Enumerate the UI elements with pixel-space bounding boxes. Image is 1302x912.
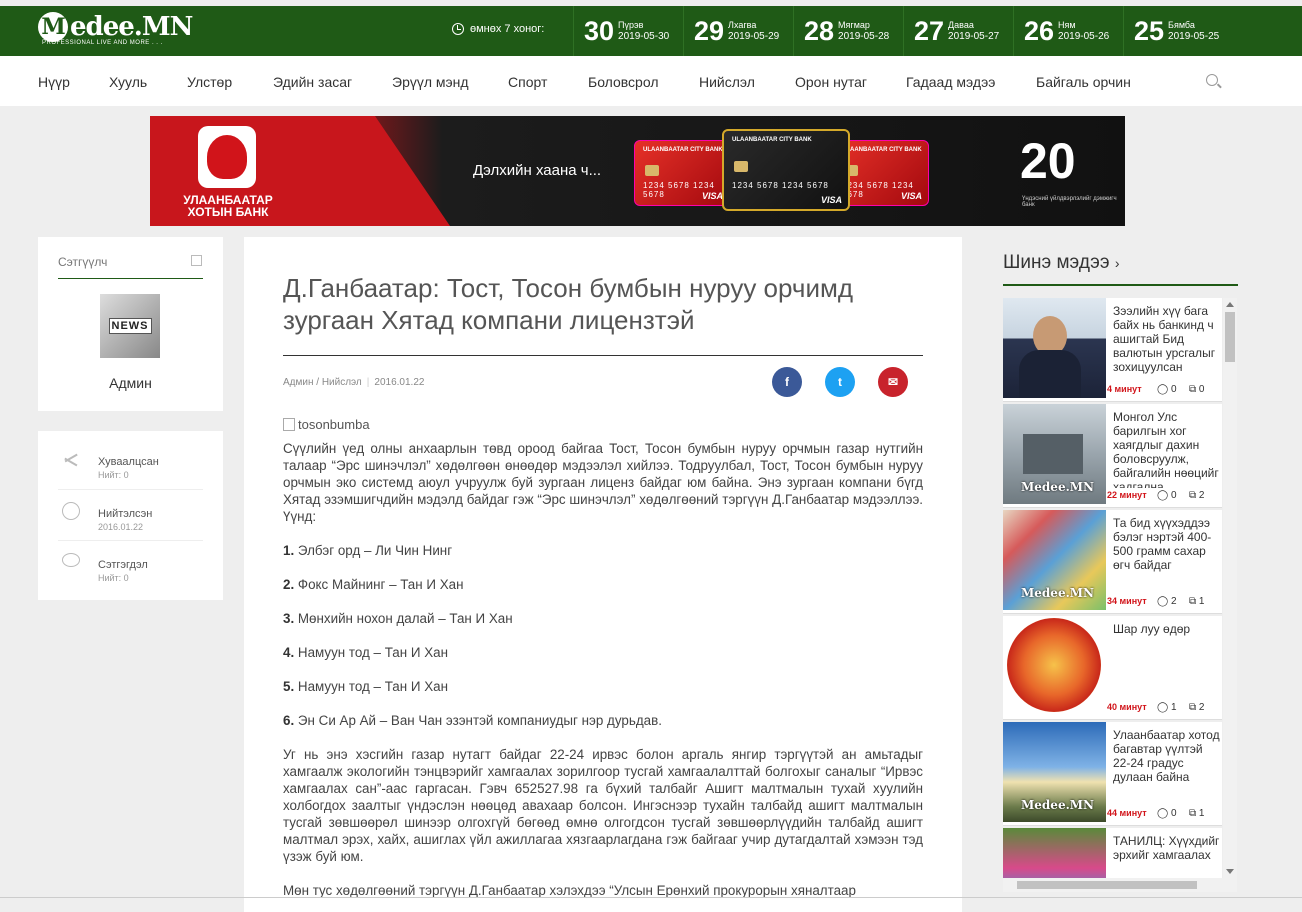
scroll-down-icon[interactable] [1226, 869, 1234, 874]
news-item[interactable]: Зээлийн хүү бага байх нь банкинд ч ашигт… [1003, 298, 1222, 402]
nav-item-sport[interactable]: Спорт [508, 74, 547, 90]
article-meta: Админ / Нийслэл | 2016.01.22 [283, 377, 425, 388]
nav-item-world[interactable]: Гадаад мэдээ [906, 74, 995, 90]
news-horizontal-scrollbar[interactable] [1003, 878, 1237, 892]
clock-icon [62, 502, 80, 520]
main-nav: Нүүр Хууль Улстөр Эдийн засаг Эрүүл мэнд… [0, 56, 1302, 106]
nav-item-economy[interactable]: Эдийн засаг [273, 74, 352, 90]
author-card: Сэтгүүлч NEWS Админ [38, 237, 223, 411]
facebook-share-button[interactable]: f [772, 367, 802, 397]
author-name[interactable]: Админ [38, 375, 223, 391]
day-link[interactable]: 25 Бямба 2019-05-25 [1123, 6, 1233, 56]
nav-item-environment[interactable]: Байгаль орчин [1036, 74, 1131, 90]
list-item: 4. Намуун тод – Тан И Хан [283, 645, 448, 660]
nav-item-local[interactable]: Орон нутаг [795, 74, 867, 90]
article-paragraph: Уг нь энэ хэсгийн газар нутагт байдаг 22… [283, 747, 923, 864]
credit-card: ULAANBAATAR CITY BANK 1234 5678 1234 567… [634, 140, 730, 206]
nav-item-education[interactable]: Боловсрол [588, 74, 659, 90]
credit-card-gold: ULAANBAATAR CITY BANK 1234 5678 1234 567… [722, 129, 850, 211]
news-item[interactable]: ТАНИЛЦ: Хүүхдийг эрхийг хамгаалах [1003, 828, 1222, 878]
list-item: 1. Элбэг орд – Ли Чин Нинг [283, 543, 453, 558]
day-link[interactable]: 29 Лхагва 2019-05-29 [683, 6, 793, 56]
scroll-up-icon[interactable] [1226, 302, 1234, 307]
day-link[interactable]: 27 Даваа 2019-05-27 [903, 6, 1013, 56]
share-count: ⧉ 1 [1189, 596, 1205, 607]
news-thumbnail [1003, 828, 1106, 878]
comment-count: ◯ 1 [1157, 702, 1177, 713]
day-list: 30 Пүрэв 2019-05-30 29 Лхагва 2019-05-29 2… [573, 6, 1233, 56]
comment-count: ◯ 2 [1157, 596, 1177, 607]
list-item: 5. Намуун тод – Тан И Хан [283, 679, 448, 694]
article-title: Д.Ганбаатар: Тост, Тосон бумбын нуруу ор… [283, 273, 854, 335]
article: Д.Ганбаатар: Тост, Тосон бумбын нуруу ор… [244, 237, 962, 912]
article-paragraph: Сүүлийн үед олны анхаарлын төвд ороод ба… [283, 441, 923, 524]
news-thumbnail [1003, 616, 1106, 716]
top-bar: M edee.MN PROFESSIONAL LIVE AND MORE . .… [0, 6, 1302, 56]
article-author[interactable]: Админ / Нийслэл [283, 377, 362, 388]
comment-icon [62, 553, 80, 567]
stats-card: Хуваалцсан Нийт: 0 Нийтэлсэн 2016.01.22 … [38, 431, 223, 600]
nav-item-capital[interactable]: Нийслэл [699, 74, 755, 90]
news-item[interactable]: Шар луу өдөр 40 минут ◯ 1 ⧉ 2 [1003, 616, 1222, 720]
stat-shared: Хуваалцсан Нийт: 0 [58, 436, 203, 486]
mail-icon: ✉ [887, 375, 899, 389]
previous-week: өмнөх 7 хоног: [452, 23, 544, 35]
news-heading[interactable]: Шинэ мэдээ › [1003, 252, 1119, 274]
share-count: ⧉ 2 [1189, 702, 1205, 713]
nav-item-law[interactable]: Хууль [109, 74, 147, 90]
list-item: 3. Мөнхийн нохон далай – Тан И Хан [283, 611, 513, 626]
stat-comments: Сэтгэгдэл Нийт: 0 [58, 539, 203, 589]
news-item[interactable]: Medee.MN Улаанбаатар хотод багавтар үүлт… [1003, 722, 1222, 826]
email-share-button[interactable]: ✉ [878, 367, 908, 397]
search-icon[interactable] [1206, 74, 1218, 86]
article-body: Сүүлийн үед олны анхаарлын төвд ороод ба… [283, 440, 923, 912]
external-link-icon[interactable] [191, 255, 202, 266]
bank-crest-icon [198, 126, 256, 188]
stat-published: Нийтэлсэн 2016.01.22 [58, 488, 203, 538]
list-item: 6. Эн Си Ар Ай – Ван Чан эзэнтэй компани… [283, 713, 662, 728]
day-link[interactable]: 30 Пүрэв 2019-05-30 [573, 6, 683, 56]
news-thumbnail: Medee.MN [1003, 510, 1106, 610]
share-count: ⧉ 1 [1189, 808, 1205, 819]
day-link[interactable]: 28 Мягмар 2019-05-28 [793, 6, 903, 56]
anniversary-logo: 20 [1020, 133, 1076, 189]
article-date: 2016.01.22 [374, 377, 425, 388]
site-logo[interactable]: M edee.MN PROFESSIONAL LIVE AND MORE . .… [38, 12, 193, 46]
comment-count: ◯ 0 [1157, 384, 1177, 395]
author-card-title: Сэтгүүлч [58, 255, 108, 269]
chevron-right-icon: › [1114, 255, 1120, 271]
list-item: 2. Фокс Майнинг – Тан И Хан [283, 577, 464, 592]
avatar[interactable]: NEWS [100, 294, 160, 358]
share-icon [62, 450, 80, 468]
news-item[interactable]: Medee.MN Та бид хүүхэддээ бэлэг нэртэй 4… [1003, 510, 1222, 614]
news-thumbnail [1003, 298, 1106, 398]
twitter-share-button[interactable]: t [825, 367, 855, 397]
comment-count: ◯ 0 [1157, 490, 1177, 501]
news-item[interactable]: Medee.MN Монгол Улс барилгын хог хаягдлы… [1003, 404, 1222, 508]
nav-item-home[interactable]: Нүүр [38, 74, 70, 90]
comment-count: ◯ 0 [1157, 808, 1177, 819]
nav-item-politics[interactable]: Улстөр [187, 74, 232, 90]
nav-item-health[interactable]: Эрүүл мэнд [392, 74, 469, 90]
history-icon [452, 23, 464, 35]
news-thumbnail: Medee.MN [1003, 722, 1106, 822]
twitter-icon: t [838, 375, 842, 389]
share-count: ⧉ 0 [1189, 384, 1205, 395]
news-scrollbar[interactable] [1223, 298, 1237, 878]
article-image: tosonbumba [283, 417, 370, 432]
facebook-icon: f [785, 375, 789, 389]
news-list: Зээлийн хүү бага байх нь банкинд ч ашигт… [1003, 298, 1222, 878]
week-label: өмнөх 7 хоног: [470, 23, 545, 35]
news-thumbnail: Medee.MN [1003, 404, 1106, 504]
bank-name: УЛААНБААТАР ХОТЫН БАНК [183, 193, 273, 219]
share-count: ⧉ 2 [1189, 490, 1205, 501]
day-link[interactable]: 26 Ням 2019-05-26 [1013, 6, 1123, 56]
banner-slogan: Дэлхийн хаана ч... [473, 162, 602, 179]
ad-banner[interactable]: УЛААНБААТАР ХОТЫН БАНК Дэлхийн хаана ч..… [150, 116, 1125, 226]
